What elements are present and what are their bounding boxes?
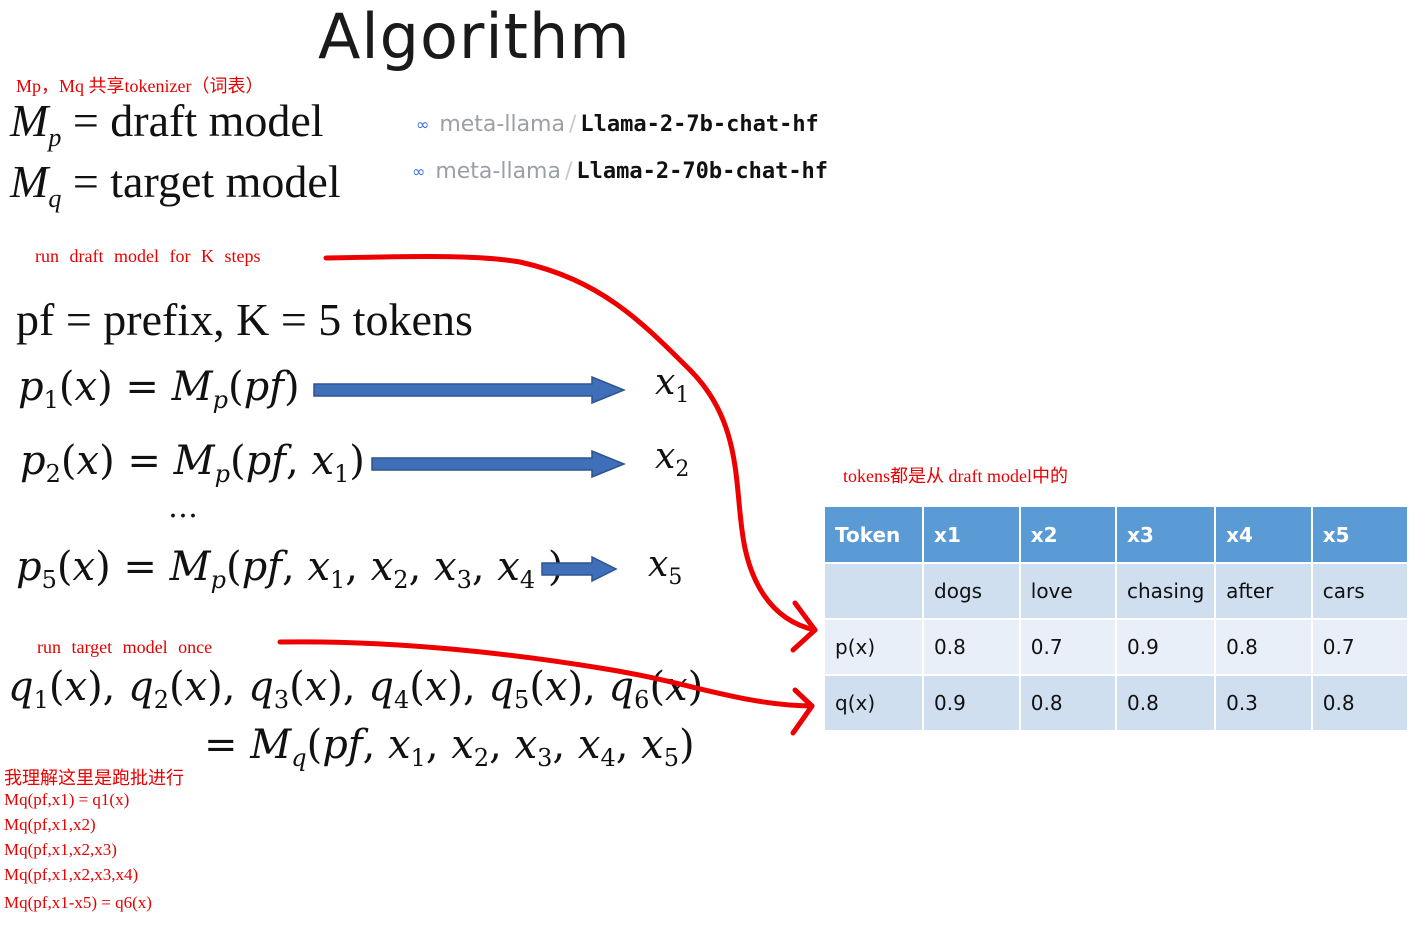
annotation-arrows	[277, 254, 818, 736]
red-arrow-target-to-q	[277, 639, 815, 709]
red-arrow-draft-to-p	[323, 254, 818, 633]
red-arrow-head-q	[790, 687, 815, 736]
